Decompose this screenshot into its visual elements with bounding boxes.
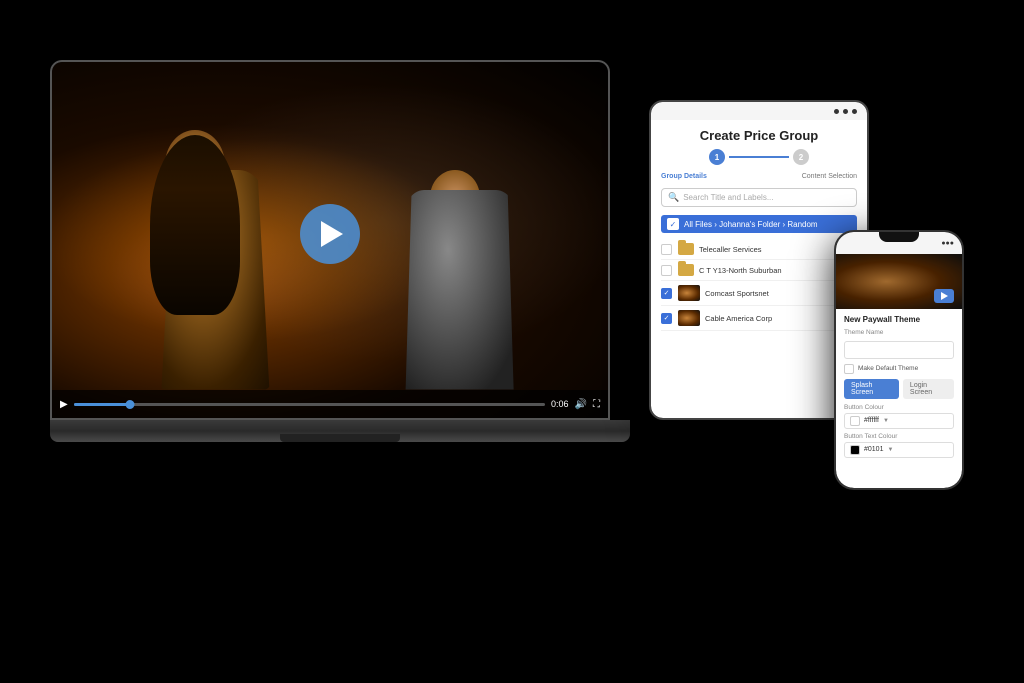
button-color-value: #ffffff <box>864 417 879 424</box>
folder-icon-1 <box>678 264 694 276</box>
make-default-label: Make Default Theme <box>858 365 918 372</box>
file-row-2[interactable]: Comcast Sportsnet <box>661 281 857 306</box>
play-icon-small[interactable]: ▶ <box>60 399 68 410</box>
step-labels: Group Details Content Selection <box>661 173 857 180</box>
breadcrumb-row: ✓ All Files › Johanna's Folder › Random <box>661 215 857 233</box>
file-name-1: C T Y13-North Suburban <box>699 266 782 275</box>
step-1-label: Group Details <box>661 173 707 180</box>
singer-figure <box>135 130 295 390</box>
make-default-row: Make Default Theme <box>844 364 954 374</box>
laptop-screen: ▶ 0:06 🔊 ⛶ <box>52 62 608 418</box>
phone-screen: ●●● New Paywall Theme Theme Name Make De… <box>836 232 962 488</box>
concert-background: ▶ 0:06 🔊 ⛶ <box>52 62 608 418</box>
play-button[interactable] <box>300 204 360 264</box>
laptop-body: ▶ 0:06 🔊 ⛶ <box>50 60 610 420</box>
search-bar[interactable]: 🔍 Search Title and Labels... <box>661 188 857 207</box>
guitarist-body <box>400 190 520 390</box>
file-checkbox-2[interactable] <box>661 288 672 299</box>
login-screen-tab[interactable]: Login Screen <box>903 379 954 399</box>
button-text-color-label: Button Text Colour <box>844 433 954 440</box>
video-thumb-inner-3 <box>678 310 700 326</box>
tablet-status-bar <box>651 102 867 120</box>
step-line-1 <box>729 156 789 158</box>
status-dot-3 <box>852 109 857 114</box>
button-color-arrow: ▼ <box>883 418 889 424</box>
progress-dot <box>126 400 135 409</box>
phone: ●●● New Paywall Theme Theme Name Make De… <box>834 230 964 490</box>
phone-tabs: Splash Screen Login Screen <box>844 379 954 399</box>
time-display: 0:06 <box>551 399 569 409</box>
phone-content: New Paywall Theme Theme Name Make Defaul… <box>836 309 962 468</box>
status-dot-1 <box>834 109 839 114</box>
phone-play-icon <box>941 292 948 300</box>
file-checkbox-3[interactable] <box>661 313 672 324</box>
play-icon <box>321 221 343 247</box>
file-row-3[interactable]: Cable America Corp <box>661 306 857 331</box>
file-name-3: Cable America Corp <box>705 314 772 323</box>
video-thumb-3 <box>678 310 700 326</box>
folder-icon-0 <box>678 243 694 255</box>
singer-hair <box>150 135 240 315</box>
step-1-circle: 1 <box>709 149 725 165</box>
file-row-0[interactable]: Telecaller Services <box>661 239 857 260</box>
progress-fill <box>74 403 131 406</box>
phone-battery-icon: ●●● <box>941 239 954 247</box>
volume-icon[interactable]: 🔊 <box>575 399 587 410</box>
breadcrumb-check: ✓ <box>667 218 679 230</box>
file-checkbox-0[interactable] <box>661 244 672 255</box>
breadcrumb-text: All Files › Johanna's Folder › Random <box>684 220 818 229</box>
tablet-page-title: Create Price Group <box>661 128 857 143</box>
video-thumb-inner-2 <box>678 285 700 301</box>
splash-screen-tab[interactable]: Splash Screen <box>844 379 899 399</box>
phone-play-button[interactable] <box>934 289 954 303</box>
button-text-color-arrow: ▼ <box>887 447 893 453</box>
phone-notch <box>879 232 919 242</box>
steps-row: 1 2 <box>661 149 857 165</box>
progress-bar[interactable] <box>74 403 545 406</box>
step-2-label: Content Selection <box>802 173 857 180</box>
theme-name-label: Theme Name <box>844 329 954 336</box>
phone-video-thumbnail <box>836 254 962 309</box>
make-default-checkbox[interactable] <box>844 364 854 374</box>
button-color-field[interactable]: #ffffff ▼ <box>844 413 954 429</box>
status-dot-2 <box>843 109 848 114</box>
button-color-swatch <box>850 416 860 426</box>
button-color-label: Button Colour <box>844 404 954 411</box>
laptop: ▶ 0:06 🔊 ⛶ <box>50 60 630 560</box>
theme-name-input[interactable] <box>844 341 954 359</box>
search-placeholder: Search Title and Labels... <box>683 193 773 202</box>
guitarist-figure <box>395 170 525 390</box>
file-row-1[interactable]: C T Y13-North Suburban <box>661 260 857 281</box>
fullscreen-icon[interactable]: ⛶ <box>593 399 600 410</box>
video-controls: ▶ 0:06 🔊 ⛶ <box>52 390 608 418</box>
file-checkbox-1[interactable] <box>661 265 672 276</box>
laptop-base <box>50 420 630 442</box>
phone-section-title: New Paywall Theme <box>844 315 954 324</box>
file-name-2: Comcast Sportsnet <box>705 289 769 298</box>
video-thumb-2 <box>678 285 700 301</box>
button-text-color-swatch <box>850 445 860 455</box>
button-text-color-value: #0101 <box>864 446 883 453</box>
scene: ▶ 0:06 🔊 ⛶ <box>0 0 1024 683</box>
file-name-0: Telecaller Services <box>699 245 762 254</box>
step-2-circle: 2 <box>793 149 809 165</box>
search-icon: 🔍 <box>668 192 679 203</box>
button-text-color-field[interactable]: #0101 ▼ <box>844 442 954 458</box>
